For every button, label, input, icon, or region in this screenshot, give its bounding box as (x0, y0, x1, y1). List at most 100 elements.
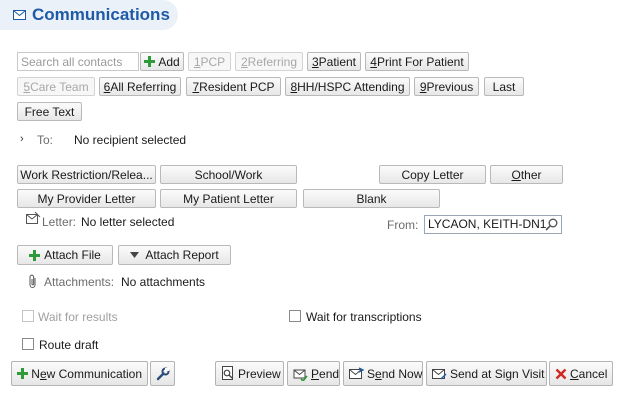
button-label-pre: N (31, 366, 40, 381)
pcp-button[interactable]: 1 PCP (188, 52, 231, 71)
shortcut-key: 9 (419, 79, 427, 94)
button-label-pre: S (367, 366, 376, 381)
wait-for-results-checkbox[interactable] (22, 310, 34, 322)
button-label-post: nd Now (381, 366, 423, 381)
my-provider-letter-button[interactable]: My Provider Letter (17, 189, 156, 208)
add-label: Add (158, 54, 180, 69)
send-now-button[interactable]: Se nd Now (343, 361, 423, 386)
button-label: Blank (356, 191, 387, 206)
button-label: Last (492, 79, 516, 94)
care-team-button[interactable]: 5 Care Team (17, 77, 95, 96)
button-label: Preview (238, 366, 281, 381)
search-icon[interactable] (545, 218, 558, 231)
route-draft-label: Route draft (39, 338, 99, 352)
button-label: Print For Patient (376, 54, 464, 69)
print-for-patient-button[interactable]: 4 Print For Patient (365, 52, 469, 71)
preview-button[interactable]: Preview (215, 361, 284, 386)
shortcut-key: 1 (193, 54, 201, 69)
copy-letter-button[interactable]: Copy Letter (379, 165, 486, 184)
last-button[interactable]: Last (484, 77, 524, 96)
wait-for-results-label: Wait for results (38, 310, 118, 324)
chevron-right-icon[interactable]: › (20, 133, 24, 145)
button-label: School/Work (194, 167, 263, 182)
patient-button[interactable]: 3 Patient (307, 52, 361, 71)
plus-icon (17, 366, 29, 382)
previous-button[interactable]: 9 Previous (414, 77, 479, 96)
referring-button[interactable]: 2 Referring (235, 52, 303, 71)
preview-icon (221, 366, 235, 382)
shortcut-key: 6 (103, 79, 111, 94)
letter-icon (26, 211, 41, 228)
pend-button[interactable]: Pend (287, 361, 340, 386)
button-label: Free Text (24, 104, 75, 119)
letter-value: No letter selected (81, 215, 175, 229)
page-title: Communications (13, 4, 170, 26)
button-label: end (319, 366, 340, 381)
to-value: No recipient selected (74, 133, 187, 147)
button-label: My Patient Letter (183, 191, 274, 206)
wait-for-transcriptions-label: Wait for transcriptions (306, 310, 422, 324)
shortcut-key: e (39, 366, 47, 381)
free-text-button[interactable]: Free Text (17, 102, 82, 121)
shortcut-key: 5 (23, 79, 31, 94)
send-icon (349, 366, 364, 382)
other-button[interactable]: Other (490, 165, 563, 184)
add-contact-button[interactable]: Add (140, 52, 184, 71)
attach-file-button[interactable]: Attach File (17, 245, 113, 265)
attachments-value: No attachments (121, 275, 206, 289)
close-icon (555, 366, 567, 382)
button-label: Attach Report (145, 248, 219, 262)
wait-for-transcriptions-checkbox[interactable] (289, 310, 301, 322)
search-contacts-input[interactable] (17, 52, 139, 71)
paperclip-icon (28, 274, 38, 292)
my-patient-letter-button[interactable]: My Patient Letter (160, 189, 297, 208)
button-label: Previous (426, 79, 474, 94)
button-label: PCP (200, 54, 226, 69)
wrench-icon (155, 366, 171, 382)
blank-button[interactable]: Blank (303, 189, 440, 208)
cancel-button[interactable]: Cancel (549, 361, 613, 386)
shortcut-key: 8 (290, 79, 298, 94)
button-label: Work Restriction/Relea... (20, 167, 153, 182)
shortcut-key: O (511, 167, 521, 182)
shortcut-key: 4 (370, 54, 377, 69)
from-field[interactable]: LYCAON, KEITH-DN1 (424, 215, 562, 234)
button-label: HH/HSPC Attending (297, 79, 405, 94)
button-label: Resident PCP (199, 79, 275, 94)
shortcut-key: 7 (192, 79, 200, 94)
all-referring-button[interactable]: 6 All Referring (99, 77, 181, 96)
plus-icon (144, 56, 156, 67)
shortcut-key: 2 (240, 54, 248, 69)
button-label: ther (520, 167, 542, 182)
work-restriction-button[interactable]: Work Restriction/Relea... (17, 165, 156, 184)
button-label: Referring (247, 54, 298, 69)
button-label: All Referring (110, 79, 177, 94)
settings-button[interactable] (150, 361, 175, 386)
page-title-text: Communications (32, 5, 170, 24)
button-label: Send at Sign Visit (450, 366, 545, 381)
send-sign-icon (432, 366, 447, 382)
school-work-button[interactable]: School/Work (160, 165, 297, 184)
to-label: To: (37, 133, 54, 147)
send-at-sign-visit-button[interactable]: Send at Sign Visit (426, 361, 547, 386)
new-communication-button[interactable]: New Communication (11, 361, 148, 386)
button-label-post: w Communication (46, 366, 142, 381)
caret-down-icon (130, 252, 140, 258)
hh-hspc-attending-button[interactable]: 8 HH/HSPC Attending (285, 77, 410, 96)
button-label: My Provider Letter (37, 191, 136, 206)
button-label: Care Team (30, 79, 89, 94)
envelope-icon (13, 10, 26, 20)
attach-report-button[interactable]: Attach Report (118, 245, 231, 265)
resident-pcp-button[interactable]: 7 Resident PCP (186, 77, 281, 96)
button-label: Patient (318, 54, 357, 69)
from-label: From: (387, 218, 419, 232)
shortcut-key: P (311, 366, 320, 381)
route-draft-checkbox[interactable] (22, 338, 34, 350)
button-label: Copy Letter (401, 167, 464, 182)
shortcut-key: C (570, 366, 579, 381)
plus-icon (29, 249, 41, 261)
shortcut-key: 3 (311, 54, 319, 69)
pend-icon (293, 366, 308, 382)
button-label: ancel (578, 366, 608, 381)
attachments-label: Attachments: (44, 275, 115, 289)
